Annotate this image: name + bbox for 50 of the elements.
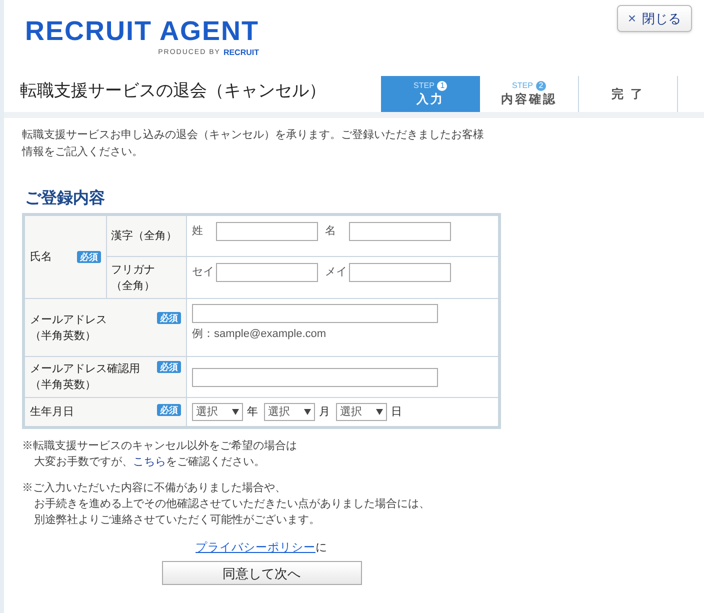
logo-text: RECRUIT AGENT: [25, 18, 259, 45]
note-text: ※転職支援サービスのキャンセル以外をご希望の場合は: [22, 438, 297, 454]
intro-text: 転職支援サービスお申し込みの退会（キャンセル）を承ります。ご登録いただきましたお客様: [22, 128, 485, 143]
note-text: をご確認ください。: [166, 455, 265, 470]
caret-icon: [376, 409, 383, 415]
section-title: ご登録内容: [25, 188, 106, 209]
text-field[interactable]: [349, 263, 451, 282]
example-text: 例：sample@example.com: [192, 327, 328, 342]
note-text: お手続きを進める上でその他確認させていただきたい点がありました場合には、: [34, 496, 430, 512]
field-label: （半角英数）: [30, 328, 97, 344]
close-button[interactable]: × 閉じる: [617, 5, 692, 32]
page-title: 転職支援サービスの退会（キャンセル）: [20, 80, 327, 102]
select-dropdown[interactable]: 選択: [264, 403, 315, 421]
field-label: 漢字（全角）: [111, 228, 178, 244]
agree-next-button[interactable]: 同意して次へ: [162, 561, 362, 586]
select-dropdown[interactable]: 選択: [192, 403, 243, 421]
link[interactable]: こちら: [133, 454, 166, 470]
text-field[interactable]: [192, 368, 438, 386]
text-field[interactable]: [216, 222, 318, 241]
field-label: 氏名: [30, 250, 52, 265]
note-text: 別途弊社よりご連絡させていただく可能性がございます。: [34, 513, 320, 528]
field-label: メールアドレス確認用: [30, 362, 140, 377]
brand-text: RECRUIT: [223, 47, 259, 59]
select-dropdown[interactable]: 選択: [336, 403, 387, 421]
field-label: （半角英数）: [30, 378, 97, 393]
note-text: ※ご入力いただいた内容に不備がありました場合や、: [22, 480, 286, 496]
required-badge: 必須: [77, 251, 101, 263]
field-label: （全角）: [111, 278, 156, 294]
privacy-policy-link[interactable]: プライバシーポリシー: [196, 542, 316, 554]
unit-label: 月: [319, 404, 330, 420]
field-label: 生年月日: [30, 405, 74, 420]
text-field[interactable]: [216, 263, 318, 282]
field-label: メイ: [325, 265, 348, 280]
required-badge: 必須: [157, 404, 181, 416]
field-label: 名: [325, 224, 337, 240]
field-label: メールアドレス: [30, 312, 107, 328]
caret-icon: [304, 409, 311, 415]
required-badge: 必須: [157, 312, 181, 324]
unit-label: 年: [247, 404, 258, 420]
field-label: 姓: [192, 224, 204, 240]
field-label: フリガナ: [111, 262, 156, 278]
field-label: セイ: [192, 265, 215, 280]
text-field[interactable]: [192, 304, 438, 323]
unit-label: 日: [391, 404, 402, 420]
privacy-text: に: [316, 542, 328, 554]
required-badge: 必須: [157, 361, 181, 373]
caret-icon: [232, 409, 239, 415]
intro-text: 情報をご記入ください。: [22, 145, 144, 160]
note-text: 大変お手数ですが、: [34, 454, 133, 470]
text-field[interactable]: [349, 222, 451, 241]
